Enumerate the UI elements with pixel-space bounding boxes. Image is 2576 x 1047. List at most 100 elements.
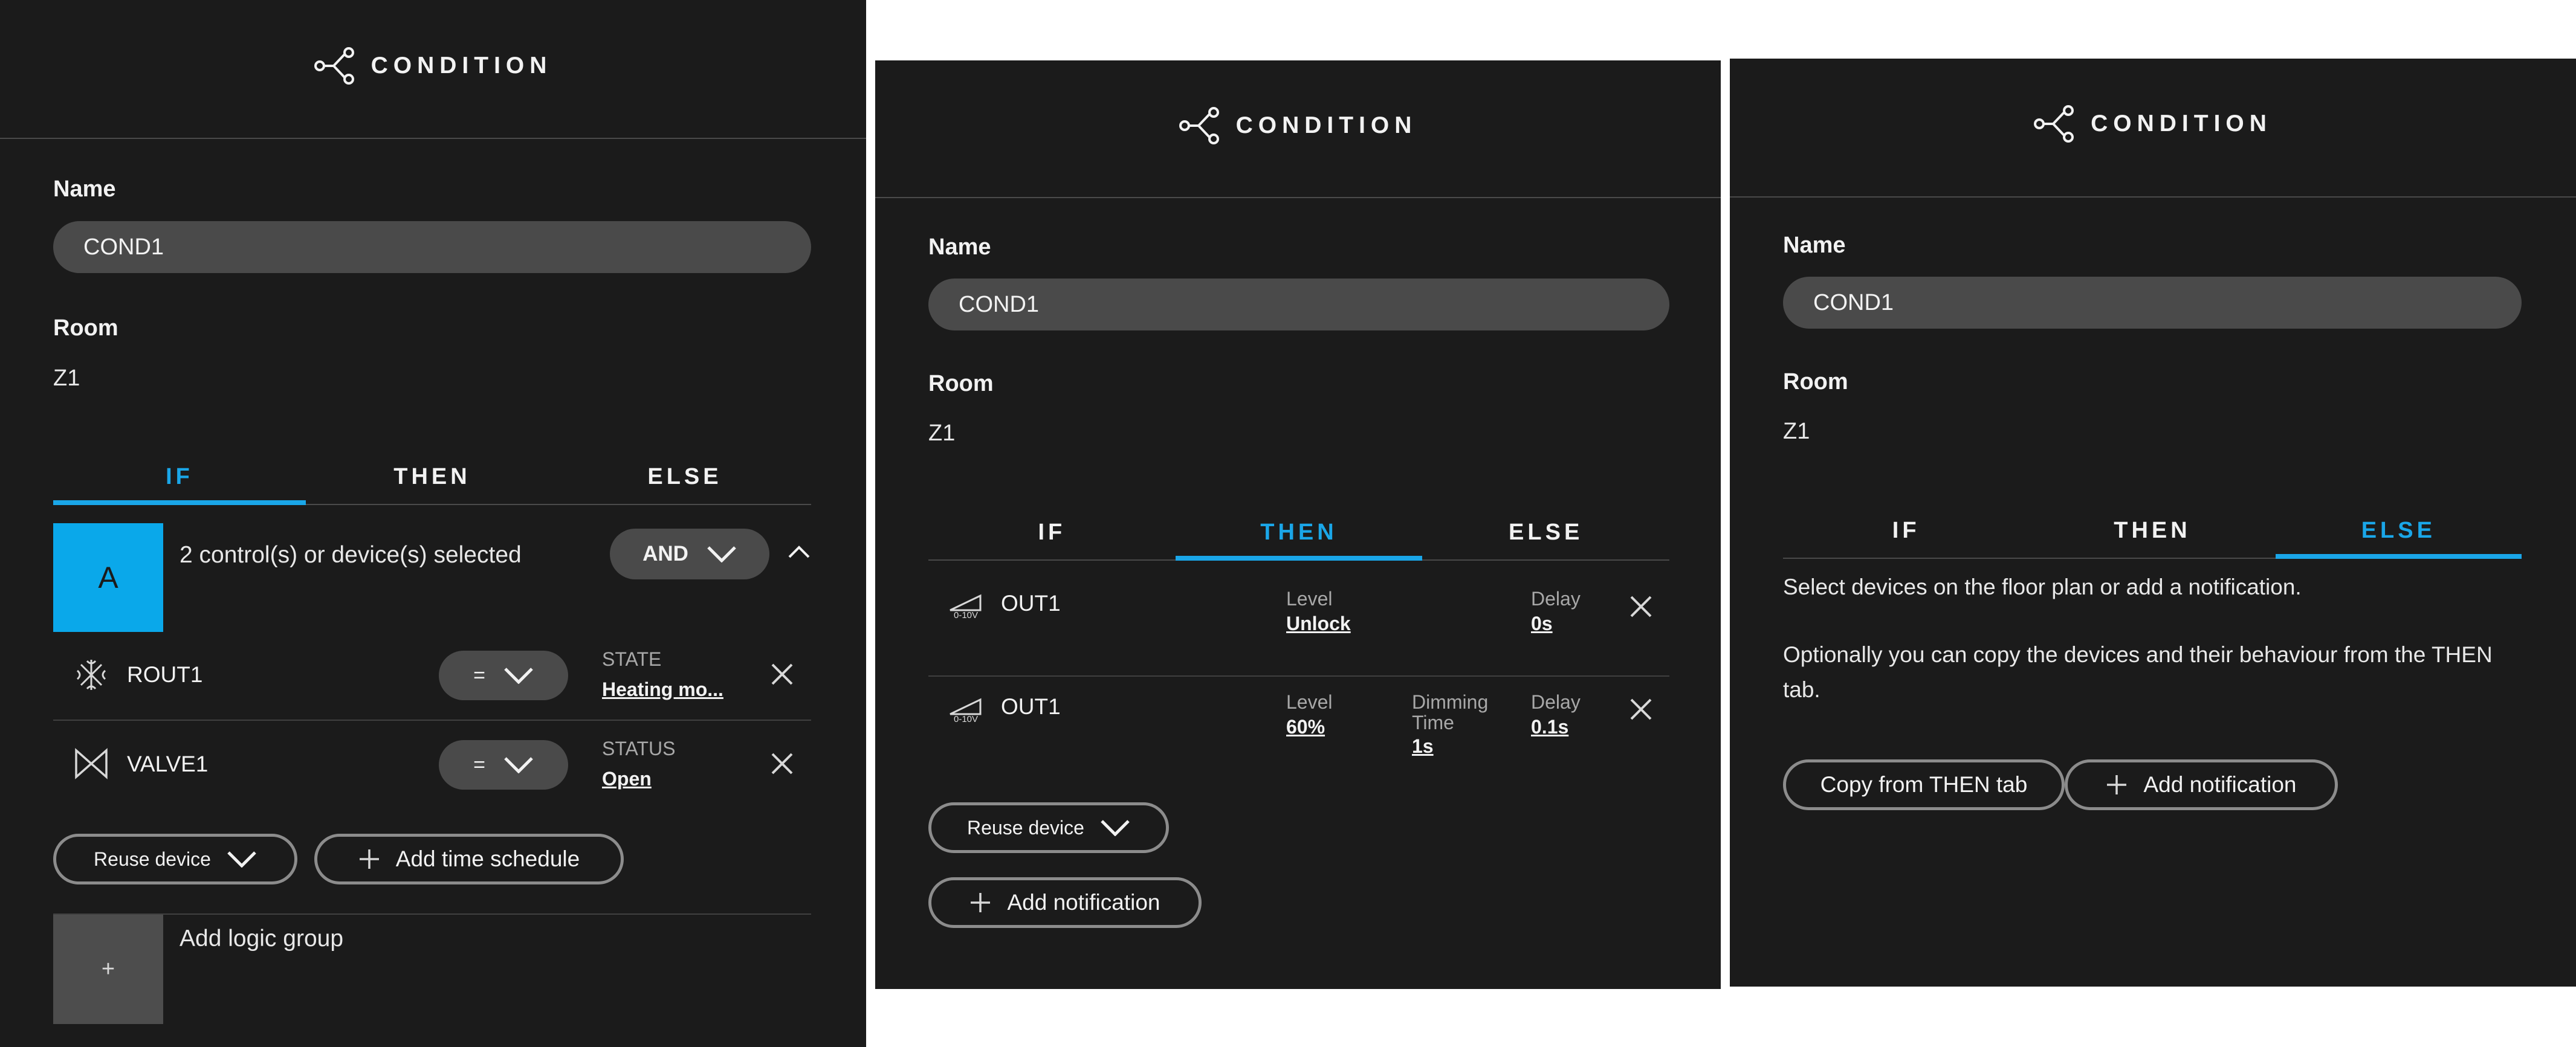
name-field[interactable]: COND1 xyxy=(53,221,811,273)
panel-header: CONDITION xyxy=(0,0,866,139)
property-label: STATUS xyxy=(602,738,676,759)
panel-header: CONDITION xyxy=(875,60,1721,198)
condition-panel-else: CONDITION Name COND1 Room Z1 IF THEN ELS… xyxy=(1730,59,2576,987)
name-label: Name xyxy=(1783,233,1846,258)
chevron-up-icon[interactable] xyxy=(788,544,811,559)
add-notification-button[interactable]: Add notification xyxy=(928,877,1202,928)
condition-panel-then: CONDITION Name COND1 Room Z1 IF THEN ELS… xyxy=(875,60,1721,989)
room-label: Room xyxy=(1783,369,1848,395)
property-label: STATE xyxy=(602,648,662,670)
add-time-schedule-label: Add time schedule xyxy=(395,846,580,871)
name-field[interactable]: COND1 xyxy=(1783,277,2522,329)
delay-value-link[interactable]: 0s xyxy=(1531,613,1553,635)
output-name: OUT1 xyxy=(1001,694,1061,719)
tab-else[interactable]: ELSE xyxy=(558,449,811,504)
logic-group-badge[interactable]: A xyxy=(53,523,163,632)
device-name: VALVE1 xyxy=(127,752,209,776)
level-label: Level xyxy=(1286,691,1333,713)
tab-bar: IF THEN ELSE xyxy=(1783,503,2522,559)
dimming-time-label-line2: Time xyxy=(1412,712,1454,733)
group-summary: 2 control(s) or device(s) selected xyxy=(180,542,522,568)
room-value: Z1 xyxy=(928,420,956,446)
add-time-schedule-button[interactable]: Add time schedule xyxy=(314,834,624,884)
tab-then[interactable]: THEN xyxy=(306,449,558,504)
row-operator-select[interactable]: = xyxy=(439,651,568,700)
copy-from-then-button[interactable]: Copy from THEN tab xyxy=(1783,759,2065,810)
section-divider xyxy=(53,913,811,915)
delay-value-link[interactable]: 0.1s xyxy=(1531,716,1568,738)
dimming-time-value-link[interactable]: 1s xyxy=(1412,735,1434,758)
chevron-down-icon xyxy=(227,851,256,868)
tab-if[interactable]: IF xyxy=(1783,503,2029,558)
level-value-link[interactable]: Unlock xyxy=(1286,613,1351,635)
operator-select[interactable]: AND xyxy=(610,529,769,579)
close-icon[interactable] xyxy=(1629,697,1653,721)
row-divider xyxy=(53,720,811,721)
header-divider xyxy=(1730,196,2576,198)
delay-label: Delay xyxy=(1531,588,1581,610)
close-icon[interactable] xyxy=(1629,594,1653,619)
plus-icon xyxy=(971,893,991,912)
row-operator-select[interactable]: = xyxy=(439,740,568,790)
tab-then[interactable]: THEN xyxy=(2029,503,2275,558)
close-icon[interactable] xyxy=(770,752,794,776)
chevron-down-icon xyxy=(504,668,533,684)
row-divider xyxy=(928,675,1669,677)
delay-label: Delay xyxy=(1531,691,1581,713)
room-label: Room xyxy=(928,371,994,396)
operator-value: AND xyxy=(642,542,688,565)
room-value: Z1 xyxy=(1783,419,1810,444)
dimming-time-label: Dimming xyxy=(1412,691,1489,713)
condition-icon xyxy=(314,47,354,85)
panel-header: CONDITION xyxy=(1730,59,2576,196)
tab-then[interactable]: THEN xyxy=(1175,505,1423,561)
copy-from-then-label: Copy from THEN tab xyxy=(1820,772,2028,797)
room-label: Room xyxy=(53,315,118,341)
else-instructions: Select devices on the floor plan or add … xyxy=(1783,575,2302,599)
tab-if[interactable]: IF xyxy=(928,505,1176,559)
device-name: ROUT1 xyxy=(127,662,203,687)
level-label: Level xyxy=(1286,588,1333,610)
dimmer-icon-caption: 0-10V xyxy=(953,714,979,724)
tab-bar: IF THEN ELSE xyxy=(928,505,1669,561)
name-label: Name xyxy=(53,176,116,202)
property-value-link[interactable]: Open xyxy=(602,768,652,790)
reuse-device-label: Reuse device xyxy=(94,848,211,870)
panel-title: CONDITION xyxy=(2091,111,2272,137)
chevron-down-icon xyxy=(707,546,736,562)
tab-if[interactable]: IF xyxy=(53,449,306,505)
valve-icon xyxy=(75,748,108,779)
add-notification-label: Add notification xyxy=(2143,772,2297,797)
room-value: Z1 xyxy=(53,366,80,391)
add-notification-label: Add notification xyxy=(1007,890,1160,915)
level-value-link[interactable]: 60% xyxy=(1286,716,1325,738)
dimmer-icon-caption: 0-10V xyxy=(953,610,979,620)
heating-icon xyxy=(76,660,106,690)
plus-icon xyxy=(359,849,379,869)
panel-title: CONDITION xyxy=(1235,112,1417,138)
chevron-down-icon xyxy=(504,757,533,773)
reuse-device-label: Reuse device xyxy=(967,816,1084,839)
name-label: Name xyxy=(928,234,991,260)
add-logic-group-label: Add logic group xyxy=(180,926,344,952)
row-operator-value: = xyxy=(473,663,485,687)
tab-else[interactable]: ELSE xyxy=(1422,505,1669,559)
reuse-device-button[interactable]: Reuse device xyxy=(928,802,1169,853)
condition-icon xyxy=(1179,107,1219,144)
row-operator-value: = xyxy=(473,753,485,776)
property-value-link[interactable]: Heating mo... xyxy=(602,678,723,701)
else-copy-hint: Optionally you can copy the devices and … xyxy=(1783,642,2493,702)
name-field[interactable]: COND1 xyxy=(928,279,1669,330)
output-name: OUT1 xyxy=(1001,591,1061,616)
add-logic-group-button[interactable]: + xyxy=(53,915,163,1024)
reuse-device-button[interactable]: Reuse device xyxy=(53,834,297,884)
tab-else[interactable]: ELSE xyxy=(2275,503,2522,559)
plus-icon xyxy=(2107,775,2127,794)
add-notification-button[interactable]: Add notification xyxy=(2065,759,2338,810)
chevron-down-icon xyxy=(1101,820,1130,836)
close-icon[interactable] xyxy=(770,662,794,686)
condition-icon xyxy=(2034,105,2074,143)
tab-bar: IF THEN ELSE xyxy=(53,449,811,505)
condition-panel-if: CONDITION Name COND1 Room Z1 IF THEN ELS… xyxy=(0,0,866,1047)
panel-title: CONDITION xyxy=(371,53,552,79)
